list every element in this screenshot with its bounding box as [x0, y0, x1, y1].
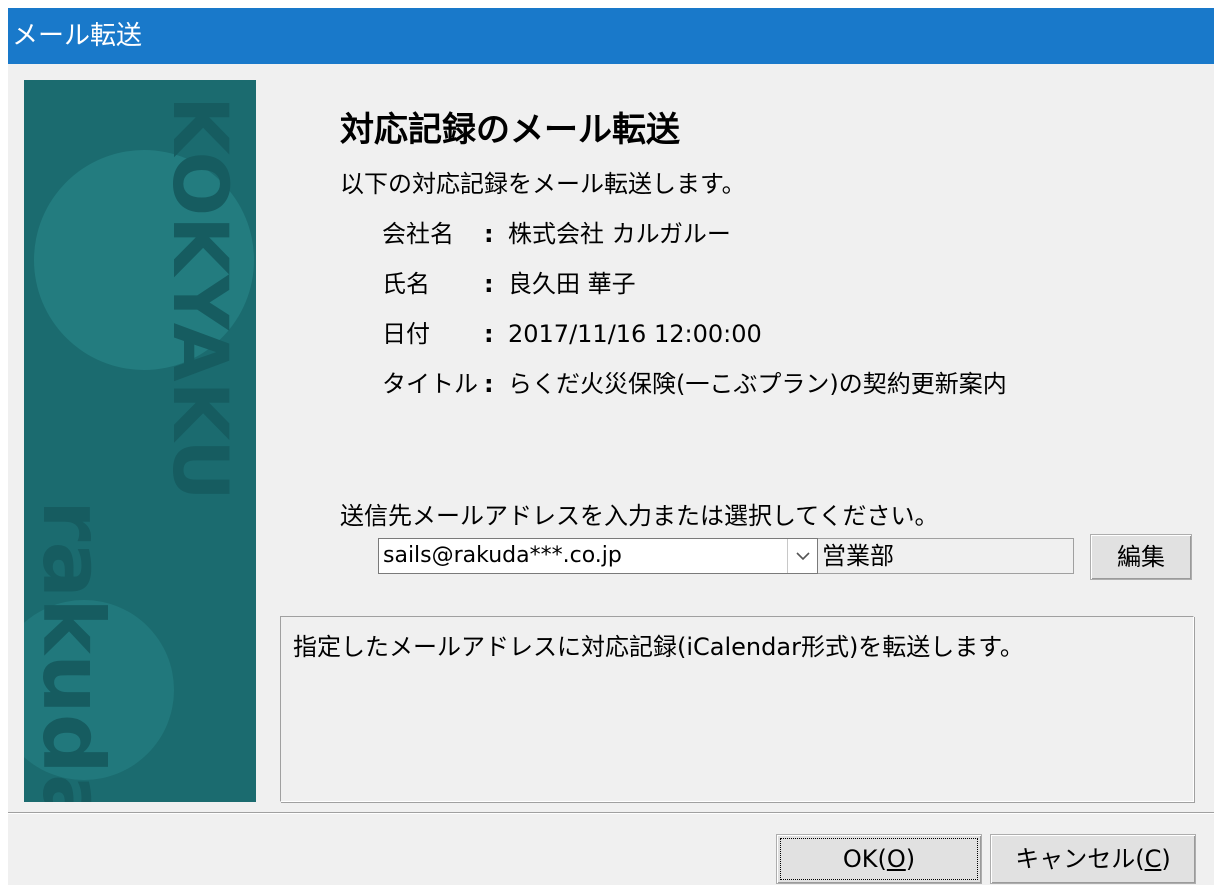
company-value: 株式会社 カルガルー — [508, 220, 731, 248]
colon: : — [484, 270, 494, 298]
colon: : — [484, 370, 494, 398]
colon: : — [484, 320, 494, 348]
ok-label-prefix: OK( — [842, 845, 887, 873]
brand-text-top: KOKYAKU — [156, 96, 245, 501]
company-row: 会社名: 株式会社 カルガルー — [382, 218, 731, 250]
title-value: らくだ火災保険(一こぶプラン)の契約更新案内 — [508, 370, 1007, 398]
company-label: 会社名 — [382, 220, 454, 248]
department-value: 営業部 — [822, 542, 894, 570]
cancel-label-prefix: キャンセル( — [1015, 845, 1145, 873]
brand-side-panel: KOKYAKU rakuda — [24, 80, 256, 802]
name-row: 氏名: 良久田 華子 — [382, 268, 636, 300]
mail-forward-dialog: メール転送 KOKYAKU rakuda 対応記録のメール転送 以下の対応記録を… — [8, 8, 1214, 885]
dialog-heading: 対応記録のメール転送 — [340, 110, 680, 150]
address-combobox[interactable]: sails@rakuda***.co.jp — [378, 538, 818, 574]
date-label: 日付 — [382, 320, 430, 348]
address-prompt: 送信先メールアドレスを入力または選択してください。 — [340, 502, 939, 530]
info-box: 指定したメールアドレスに対応記録(iCalendar形式)を転送します。 — [280, 616, 1194, 802]
intro-text: 以下の対応記録をメール転送します。 — [340, 170, 746, 198]
address-value[interactable]: sails@rakuda***.co.jp — [383, 541, 622, 571]
ok-button[interactable]: OK(O) — [776, 834, 982, 884]
footer-divider — [8, 812, 1214, 814]
ok-access-key: O — [886, 845, 906, 873]
colon: : — [484, 220, 494, 248]
department-field: 営業部 — [818, 538, 1074, 574]
cancel-label-suffix: ) — [1161, 845, 1171, 873]
title-label: タイトル — [382, 370, 478, 398]
title-row: タイトル: らくだ火災保険(一こぶプラン)の契約更新案内 — [382, 368, 1007, 400]
name-label: 氏名 — [382, 270, 430, 298]
ok-label-suffix: ) — [905, 845, 916, 873]
cancel-access-key: C — [1144, 845, 1162, 873]
date-value: 2017/11/16 12:00:00 — [508, 320, 762, 348]
info-text: 指定したメールアドレスに対応記録(iCalendar形式)を転送します。 — [293, 633, 1024, 661]
title-bar[interactable]: メール転送 — [8, 8, 1214, 64]
brand-graphic: KOKYAKU rakuda — [24, 96, 254, 802]
date-row: 日付:2017/11/16 12:00:00 — [382, 318, 762, 350]
window-title: メール転送 — [12, 21, 143, 51]
name-value: 良久田 華子 — [508, 270, 636, 298]
cancel-button[interactable]: キャンセル(C) — [990, 834, 1196, 884]
chevron-down-icon[interactable] — [787, 539, 817, 573]
brand-text-bottom: rakuda — [24, 500, 122, 802]
edit-button[interactable]: 編集 — [1090, 534, 1192, 580]
